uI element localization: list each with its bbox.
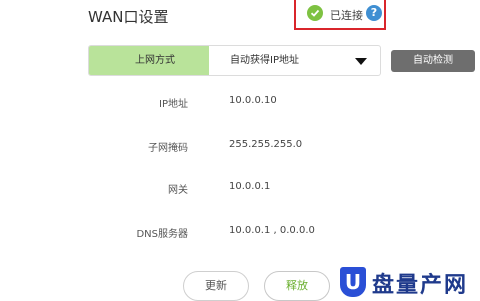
check-circle-icon [307,5,323,21]
auto-detect-button[interactable]: 自动检测 [391,50,475,72]
ip-value: 10.0.0.10 [229,95,277,106]
question-icon[interactable]: ? [366,5,382,21]
ip-label: IP地址 [159,99,188,110]
watermark-text: 盘量产网 [372,273,469,298]
dns-value: 10.0.0.1 , 0.0.0.0 [229,225,315,236]
watermark-logo: U 盘量产网 [334,266,480,300]
connection-mode-value: 自动获得IP地址 [230,55,299,66]
caret-down-icon[interactable] [355,58,367,65]
connection-mode-label: 上网方式 [89,46,209,75]
renew-button[interactable]: 更新 [183,271,249,301]
gateway-label: 网关 [168,185,188,196]
subnet-value: 255.255.255.0 [229,139,303,150]
gateway-value: 10.0.0.1 [229,181,271,192]
status-text: 已连接 [330,9,363,22]
connection-status: 已连接 ? [294,0,386,30]
subnet-label: 子网掩码 [148,143,188,154]
watermark-mark: U [340,267,366,297]
dns-label: DNS服务器 [136,229,188,240]
release-button[interactable]: 释放 [264,271,330,301]
connection-mode-select[interactable]: 上网方式 自动获得IP地址 [88,45,381,76]
page-title: WAN口设置 [88,8,169,26]
